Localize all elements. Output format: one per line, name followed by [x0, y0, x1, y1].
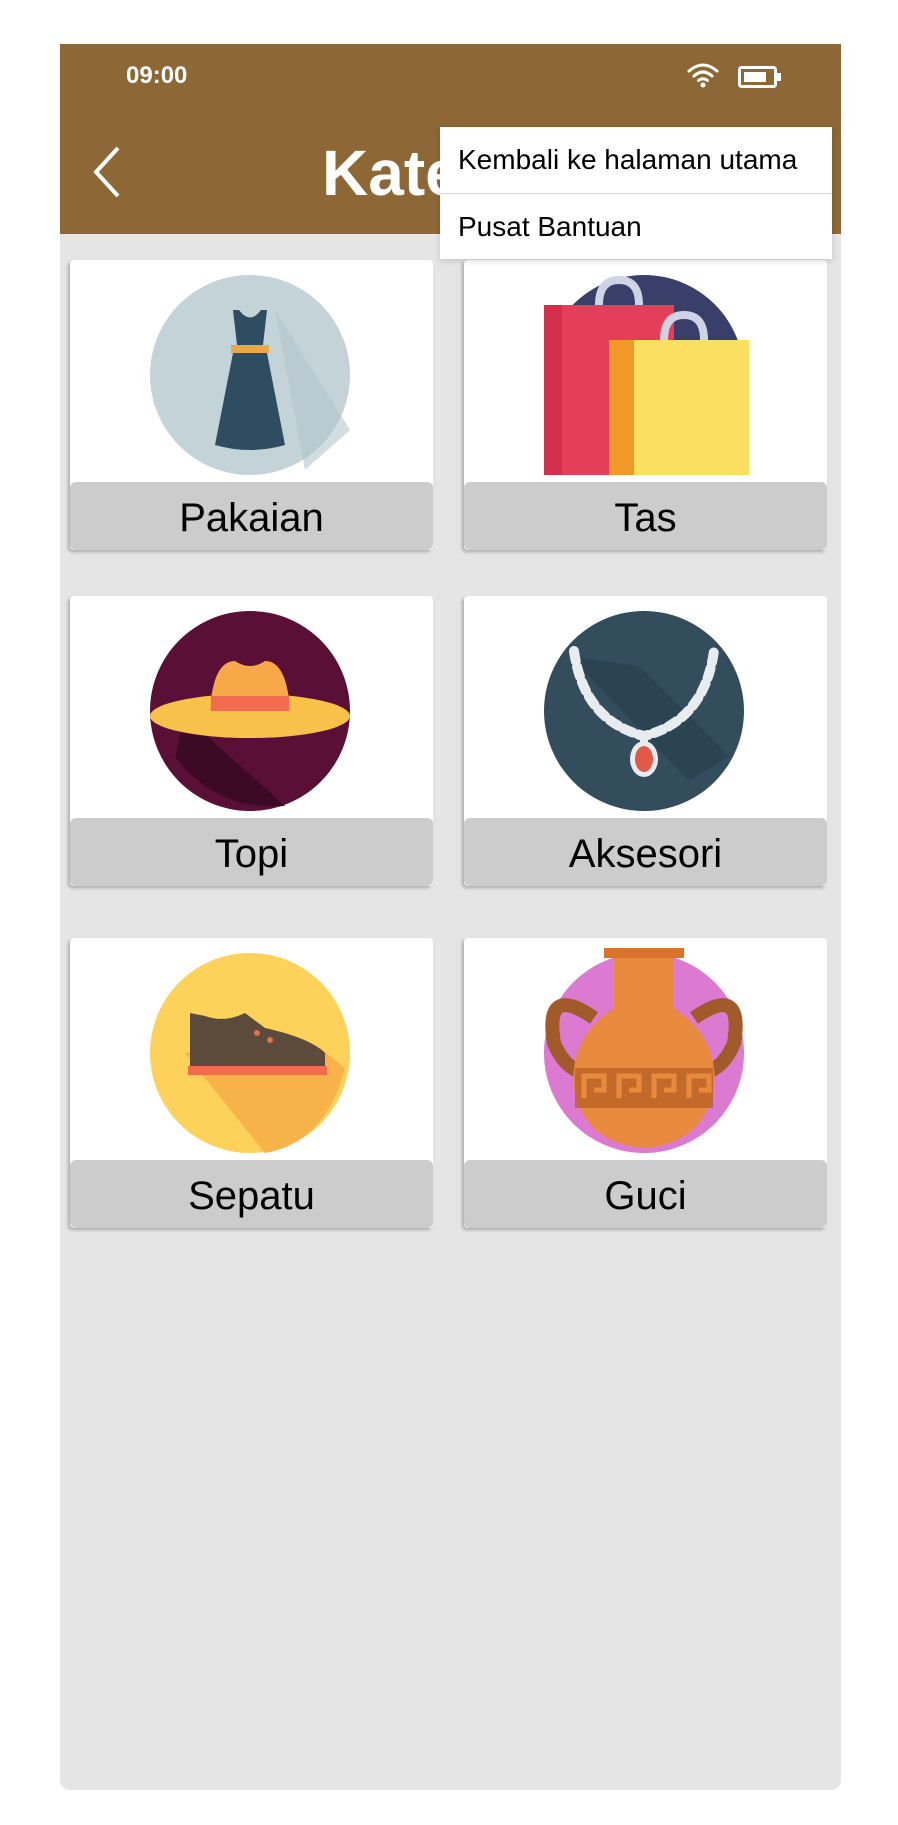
overflow-menu: Kembali ke halaman utama Pusat Bantuan — [440, 127, 832, 259]
category-card-sepatu[interactable]: Sepatu — [70, 938, 433, 1228]
hat-icon — [150, 611, 350, 811]
category-card-topi[interactable]: Topi — [70, 596, 433, 886]
menu-item-home[interactable]: Kembali ke halaman utama — [440, 127, 832, 193]
category-label-sepatu: Sepatu — [70, 1160, 433, 1228]
category-card-tas[interactable]: Tas — [464, 260, 827, 550]
menu-item-help-center[interactable]: Pusat Bantuan — [440, 193, 832, 260]
page-title: Kategori — [322, 137, 442, 209]
category-label-pakaian: Pakaian — [70, 482, 433, 550]
dress-icon — [150, 275, 350, 475]
wifi-icon — [687, 63, 719, 88]
shopping-bags-icon — [544, 275, 749, 475]
status-time: 09:00 — [126, 62, 188, 89]
shoe-icon — [150, 953, 350, 1153]
category-card-pakaian[interactable]: Pakaian — [70, 260, 433, 550]
category-label-tas: Tas — [464, 482, 827, 550]
necklace-icon — [544, 611, 744, 811]
phone-screen: 09:00 Kategori Pakaian — [60, 44, 841, 1790]
category-label-aksesori: Aksesori — [464, 818, 827, 886]
category-card-aksesori[interactable]: Aksesori — [464, 596, 827, 886]
category-label-topi: Topi — [70, 818, 433, 886]
category-card-guci[interactable]: Guci — [464, 938, 827, 1228]
category-label-guci: Guci — [464, 1160, 827, 1228]
vase-icon — [544, 948, 744, 1153]
back-arrow-icon[interactable] — [88, 142, 128, 202]
battery-icon — [738, 66, 781, 88]
